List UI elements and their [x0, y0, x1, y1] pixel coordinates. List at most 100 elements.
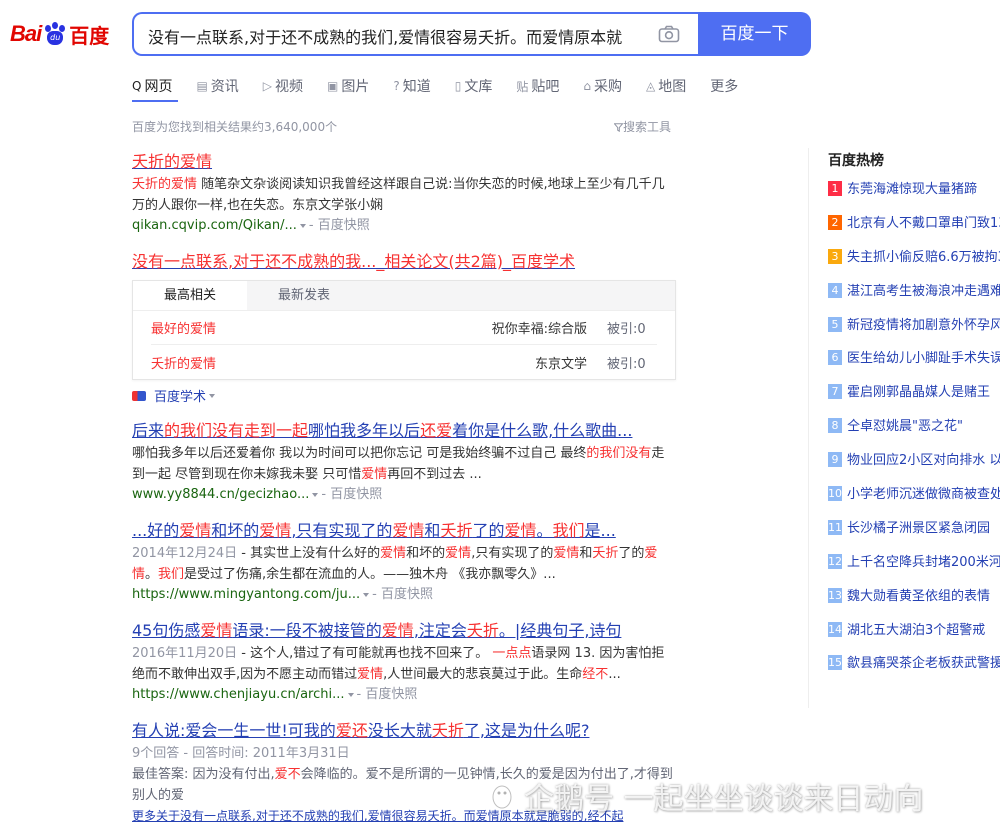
tab-map[interactable]: ◬ 地图 — [646, 76, 686, 96]
hot-rank-badge: 15 — [828, 655, 842, 671]
hot-list-item[interactable]: 10 小学老师沉迷做微商被查处 — [828, 483, 1000, 517]
result-title-link[interactable]: ...好的爱情和坏的爱情,只有实现了的爱情和夭折了的爱情。我们是... — [132, 519, 677, 543]
scholar-card: 最高相关 最新发表 最好的爱情 祝你幸福:综合版 被引:0 夭折的爱情 东京文学… — [132, 280, 676, 380]
result-url[interactable]: https://www.mingyantong.com/ju... - 百度快照 — [132, 585, 677, 605]
hot-list-item[interactable]: 9 物业回应2小区对向排水 以 — [828, 449, 1000, 483]
result-url[interactable]: qikan.cqvip.com/Qikan/... - 百度快照 — [132, 216, 677, 236]
tab-video[interactable]: ▷ 视频 — [263, 76, 303, 96]
result-title-link[interactable]: 45句伤感爱情语录:一段不被接管的爱情,注定会夭折。|经典句子,诗句 — [132, 619, 677, 643]
result-title-link[interactable]: 没有一点联系,对于还不成熟的我..._相关论文(共2篇)_百度学术 — [132, 250, 677, 274]
result-url[interactable]: www.yy8844.cn/gecizhao... - 百度快照 — [132, 485, 677, 505]
tab-label: 图片 — [341, 79, 370, 95]
tab-tieba[interactable]: 贴贴吧 — [516, 76, 559, 96]
tab-label: 地图 — [658, 79, 687, 95]
paper-cited: 被引:0 — [607, 356, 646, 372]
snapshot-link[interactable]: 百度快照 — [365, 687, 417, 702]
hot-item-text[interactable]: 歙县痛哭茶企老板获武警援 — [847, 652, 1000, 671]
tab-most-relevant[interactable]: 最高相关 — [133, 281, 247, 310]
hot-item-text[interactable]: 霍启刚郭晶晶媒人是赌王 — [847, 381, 990, 400]
hot-item-text[interactable]: 东莞海滩惊现大量猪蹄 — [847, 178, 977, 197]
tab-zhidao[interactable]: ? 知道 — [393, 76, 430, 96]
search-button[interactable]: 百度一下 — [698, 12, 811, 56]
paper-title[interactable]: 夭折的爱情 — [151, 353, 477, 372]
paper-title[interactable]: 最好的爱情 — [151, 318, 477, 337]
camera-icon[interactable] — [658, 25, 680, 43]
tab-label: 知道 — [402, 79, 431, 95]
hot-item-text[interactable]: 小学老师沉迷做微商被查处 — [847, 483, 1000, 502]
hot-item-text[interactable]: 仝卓怼姚晨"恶之花" — [847, 415, 963, 434]
tieba-icon: 贴 — [516, 79, 529, 94]
tab-label: 贴吧 — [531, 79, 560, 95]
snapshot-link[interactable]: 百度快照 — [330, 487, 382, 502]
scholar-source[interactable]: 百度学术 — [132, 386, 677, 405]
result-title-link[interactable]: 有人说:爱会一生一世!可我的爱还没长大就夭折了,这是为什么呢? — [132, 719, 677, 743]
search-input[interactable]: 没有一点联系,对于还不成熟的我们,爱情很容易夭折。而爱情原本就 — [132, 12, 698, 56]
hot-list-item[interactable]: 4 湛江高考生被海浪冲走遇难 — [828, 280, 1000, 314]
tab-label: 视频 — [275, 79, 304, 95]
chevron-down-icon[interactable] — [299, 223, 306, 228]
hot-list-title: 百度热榜 — [828, 153, 884, 169]
hot-item-text[interactable]: 北京有人不戴口罩串门致13 — [847, 212, 1000, 231]
tab-images[interactable]: ▣ 图片 — [327, 76, 369, 96]
paper-row[interactable]: 最好的爱情 祝你幸福:综合版 被引:0 — [151, 311, 657, 345]
paper-source: 东京文学 — [534, 356, 587, 372]
chevron-down-icon[interactable] — [312, 492, 319, 497]
tab-web[interactable]: Q 网页 — [132, 76, 172, 96]
logo-du-text: du — [50, 33, 61, 42]
hot-item-text[interactable]: 湛江高考生被海浪冲走遇难 — [847, 280, 1000, 299]
result-item-scholar: 没有一点联系,对于还不成熟的我..._相关论文(共2篇)_百度学术 最高相关 最… — [132, 250, 677, 405]
search-tabs: Q 网页 ▤ 资讯 ▷ 视频 ▣ 图片 ? 知道 ▯ 文库 贴贴吧 ⌂ 采购 ◬ 地图 更多 — [132, 76, 762, 106]
hot-list-item[interactable]: 11 长沙橘子洲景区紧急闭园 — [828, 517, 1000, 551]
map-icon: ◬ — [646, 79, 656, 93]
hot-list-item[interactable]: 12 上千名空降兵封堵200米河 — [828, 551, 1000, 585]
result-item: 45句伤感爱情语录:一段不被接管的爱情,注定会夭折。|经典句子,诗句 2016年… — [132, 619, 677, 705]
hot-item-text[interactable]: 物业回应2小区对向排水 以 — [847, 449, 1000, 468]
tab-news[interactable]: ▤ 资讯 — [196, 76, 238, 96]
hot-list-item[interactable]: 14 湖北五大湖泊3个超警戒 — [828, 619, 1000, 653]
hot-list-item[interactable]: 3 失主抓小偷反赔6.6万被拘3 — [828, 246, 1000, 280]
hot-item-text[interactable]: 失主抓小偷反赔6.6万被拘3 — [847, 246, 1000, 265]
result-title-link[interactable]: 后来的我们没有走到一起哪怕我多年以后还爱着你是什么歌,什么歌曲... — [132, 419, 677, 443]
hot-list-item[interactable]: 6 医生给幼儿小脚趾手术失误 — [828, 347, 1000, 381]
result-item: 后来的我们没有走到一起哪怕我多年以后还爱着你是什么歌,什么歌曲... 哪怕我多年… — [132, 419, 677, 505]
hot-list-item[interactable]: 7 霍启刚郭晶晶媒人是赌王 — [828, 381, 1000, 415]
hot-list-item[interactable]: 15 歙县痛哭茶企老板获武警援 — [828, 652, 1000, 686]
hot-list-item[interactable]: 5 新冠疫情将加剧意外怀孕风 — [828, 314, 1000, 348]
chevron-down-icon[interactable] — [363, 592, 370, 597]
answer-meta: 9个回答 - 回答时间: 2011年3月31日 — [132, 746, 350, 761]
hot-item-text[interactable]: 新冠疫情将加剧意外怀孕风 — [847, 314, 1000, 333]
hot-item-text[interactable]: 魏大勋看黄圣依组的表情 — [847, 585, 990, 604]
hot-list-item[interactable]: 8 仝卓怼姚晨"恶之花" — [828, 415, 1000, 449]
hot-item-text[interactable]: 湖北五大湖泊3个超警戒 — [847, 619, 985, 638]
hot-rank-badge: 5 — [828, 316, 842, 332]
hot-item-text[interactable]: 长沙橘子洲景区紧急闭园 — [847, 517, 990, 536]
tab-wenku[interactable]: ▯ 文库 — [455, 76, 493, 96]
hot-item-text[interactable]: 医生给幼儿小脚趾手术失误 — [847, 347, 1000, 366]
result-item: 夭折的爱情 夭折的爱情 随笔杂文杂谈阅读知识我曾经这样跟自己说:当你失恋的时候,… — [132, 150, 677, 236]
search-tools-label: 搜索工具 — [623, 120, 672, 134]
paper-row[interactable]: 夭折的爱情 东京文学 被引:0 — [151, 345, 657, 379]
hot-list-item[interactable]: 2 北京有人不戴口罩串门致13 — [828, 212, 1000, 246]
hot-rank-badge: 7 — [828, 384, 842, 400]
search-query-text: 没有一点联系,对于还不成熟的我们,爱情很容易夭折。而爱情原本就 — [148, 28, 623, 47]
search-tools-button[interactable]: 搜索工具 — [613, 118, 672, 135]
result-url[interactable]: https://www.chenjiayu.cn/archi... - 百度快照 — [132, 685, 677, 705]
result-item: ...好的爱情和坏的爱情,只有实现了的爱情和夭折了的爱情。我们是... 2014… — [132, 519, 677, 605]
column-divider — [808, 148, 809, 708]
snapshot-link[interactable]: 百度快照 — [381, 587, 433, 602]
hot-list-item[interactable]: 13 魏大勋看黄圣依组的表情 — [828, 585, 1000, 619]
watermark-text: 企鹅号 一起坐坐谈谈来日动向 — [524, 782, 924, 817]
baidu-logo[interactable]: Bai du 百度 — [10, 16, 109, 52]
hot-list-item[interactable]: 1 东莞海滩惊现大量猪蹄 — [828, 178, 1000, 212]
snapshot-link[interactable]: 百度快照 — [318, 218, 370, 233]
result-abstract: 夭折的爱情 随笔杂文杂谈阅读知识我曾经这样跟自己说:当你失恋的时候,地球上至少有… — [132, 177, 665, 213]
paper-source: 祝你幸福:综合版 — [491, 322, 587, 337]
hot-item-text[interactable]: 上千名空降兵封堵200米河 — [847, 551, 1000, 570]
result-title-link[interactable]: 夭折的爱情 — [132, 150, 677, 174]
tab-more[interactable]: 更多 — [710, 76, 738, 96]
chevron-down-icon[interactable] — [209, 393, 216, 398]
shop-icon: ⌂ — [583, 79, 591, 93]
chevron-down-icon[interactable] — [347, 692, 354, 697]
tab-purchase[interactable]: ⌂ 采购 — [583, 76, 622, 96]
tab-latest[interactable]: 最新发表 — [247, 281, 361, 310]
